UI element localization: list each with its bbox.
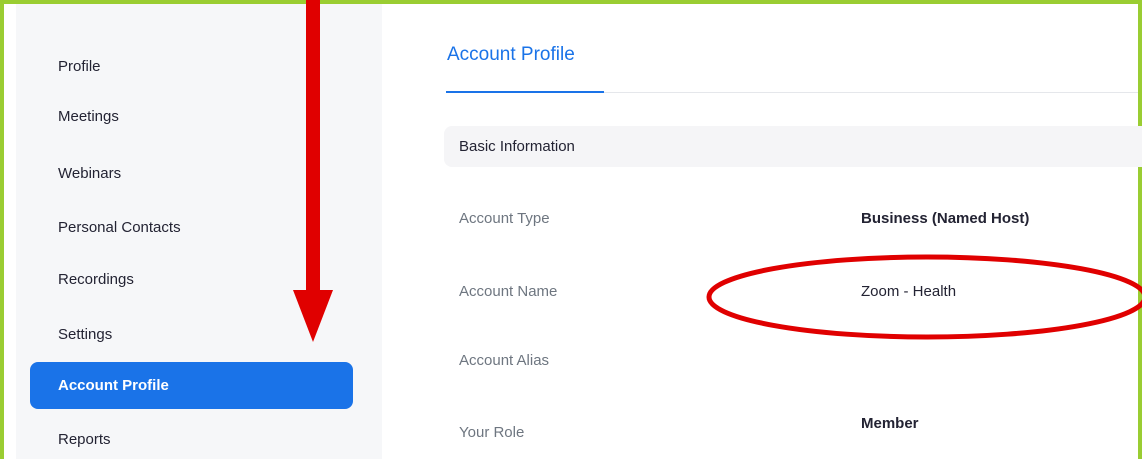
your-role-value: Member (861, 415, 919, 432)
tab-divider (604, 92, 1138, 93)
sidebar-item-label: Webinars (58, 164, 122, 182)
active-tab-underline (446, 91, 604, 93)
page-title: Account Profile (447, 44, 575, 65)
account-name-label: Account Name (459, 283, 558, 300)
sidebar-item-label: Reports (58, 430, 111, 448)
your-role-label: Your Role (459, 424, 525, 441)
section-header: Basic Information (444, 126, 1142, 167)
section-title: Basic Information (459, 138, 575, 155)
sidebar-item-label: Profile (58, 57, 101, 75)
sidebar-item-account-profile[interactable]: Account Profile (30, 362, 353, 409)
sidebar-item-label: Settings (58, 325, 113, 343)
sidebar-item-label: Account Profile (58, 377, 169, 394)
account-type-value: Business (Named Host) (861, 210, 1030, 227)
red-down-arrow-icon (293, 0, 333, 342)
sidebar-item-reports[interactable]: Reports (30, 415, 353, 463)
account-type-label: Account Type (459, 210, 550, 227)
sidebar-item-label: Meetings (58, 107, 119, 125)
red-highlight-ellipse-icon (706, 254, 1142, 340)
sidebar-item-label: Recordings (58, 270, 134, 288)
account-alias-label: Account Alias (459, 352, 550, 369)
sidebar-item-label: Personal Contacts (58, 218, 181, 236)
